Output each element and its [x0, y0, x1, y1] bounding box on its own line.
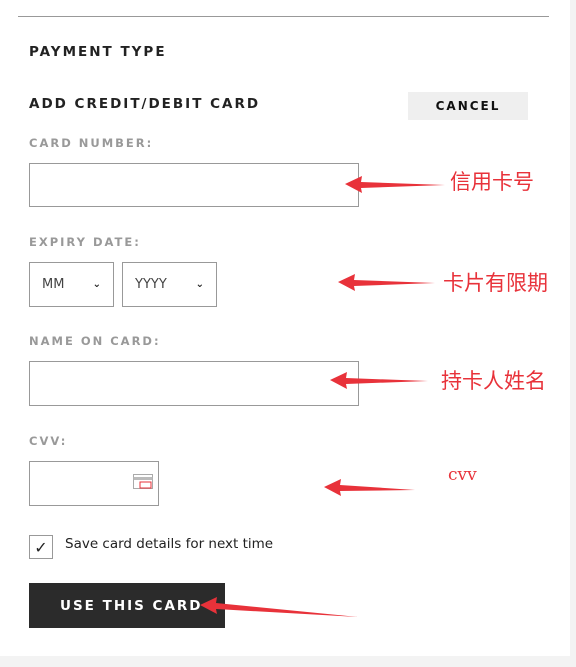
name-on-card-input[interactable]: [29, 361, 359, 406]
expiry-date-label: EXPIRY DATE:: [29, 235, 141, 249]
footer-strip: [0, 656, 576, 667]
card-number-input[interactable]: [29, 163, 359, 207]
chevron-down-icon: ⌄: [195, 279, 204, 290]
scrollbar-track: [570, 0, 576, 667]
save-card-checkbox[interactable]: ✓: [29, 535, 53, 559]
use-this-card-button[interactable]: USE THIS CARD: [29, 583, 225, 628]
arrow-icon: [345, 176, 445, 193]
name-on-card-label: NAME ON CARD:: [29, 334, 161, 348]
card-back-icon: [133, 474, 153, 489]
chevron-down-icon: ⌄: [92, 279, 101, 290]
form-title: ADD CREDIT/DEBIT CARD: [29, 96, 261, 112]
card-number-label: CARD NUMBER:: [29, 136, 154, 150]
expiry-month-select[interactable]: MM ⌄: [29, 262, 114, 307]
annotation-cvv: cvv: [448, 465, 477, 485]
save-card-label: Save card details for next time: [65, 536, 274, 552]
arrow-icon: [338, 274, 435, 291]
cancel-button[interactable]: CANCEL: [408, 92, 528, 120]
cvv-input[interactable]: [29, 461, 159, 506]
expiry-year-select[interactable]: YYYY ⌄: [122, 262, 217, 307]
annotation-name: 持卡人姓名: [441, 369, 546, 393]
year-value: YYYY: [135, 277, 167, 292]
annotation-expiry: 卡片有限期: [443, 271, 548, 295]
annotation-card-number: 信用卡号: [450, 170, 534, 194]
divider: [18, 16, 549, 17]
arrow-icon: [324, 479, 415, 496]
cvv-label: CVV:: [29, 434, 68, 448]
checkmark-icon: ✓: [34, 537, 48, 557]
section-title: PAYMENT TYPE: [29, 44, 167, 60]
month-value: MM: [42, 277, 65, 292]
